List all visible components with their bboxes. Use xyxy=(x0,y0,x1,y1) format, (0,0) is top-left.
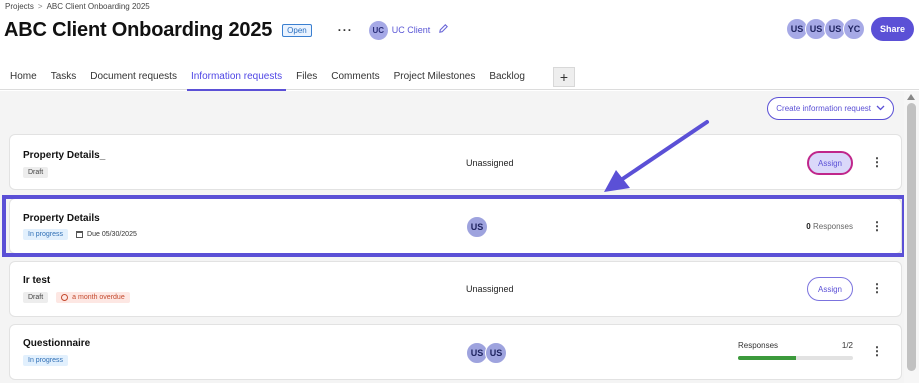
request-name[interactable]: Questionnaire xyxy=(23,338,90,349)
kebab-menu-icon[interactable]: ⋮ xyxy=(871,282,883,294)
assign-button[interactable]: Assign xyxy=(807,151,853,175)
tab-home[interactable]: Home xyxy=(10,64,37,90)
project-members[interactable]: US US US YC xyxy=(785,18,865,40)
highlight-annotation-box xyxy=(2,195,906,257)
responses-label: Responses xyxy=(738,341,779,350)
kebab-menu-icon[interactable]: ⋮ xyxy=(871,156,883,168)
kebab-menu-icon[interactable]: ⋮ xyxy=(871,345,883,357)
client-chip[interactable]: UC UC Client xyxy=(368,20,431,40)
assignee-avatars[interactable]: US US xyxy=(466,342,507,364)
status-badge: Draft xyxy=(23,167,49,178)
request-card[interactable]: Questionnaire In progress US US Response… xyxy=(9,324,902,380)
request-card[interactable]: Ir test Draft a month overdue Unassigned… xyxy=(9,261,902,317)
create-information-request-label: Create information request xyxy=(776,104,871,113)
tab-comments[interactable]: Comments xyxy=(331,64,379,90)
clock-icon xyxy=(61,294,69,301)
status-badge: Draft xyxy=(23,292,49,303)
scroll-thumb[interactable] xyxy=(907,103,916,371)
page-title: ABC Client Onboarding 2025 xyxy=(4,18,273,41)
edit-client-icon[interactable] xyxy=(438,23,449,37)
request-tags: Draft a month overdue xyxy=(23,292,130,303)
share-button[interactable]: Share xyxy=(870,17,914,41)
client-name-link[interactable]: UC Client xyxy=(392,25,431,35)
breadcrumb-separator: > xyxy=(37,2,43,11)
request-name[interactable]: Property Details_ xyxy=(23,150,105,161)
overdue-badge: a month overdue xyxy=(56,292,130,303)
tab-document-requests[interactable]: Document requests xyxy=(90,64,177,90)
assignee-text: Unassigned xyxy=(466,158,514,168)
request-tags: In progress xyxy=(23,355,69,366)
chevron-down-icon xyxy=(876,103,885,114)
project-header: ABC Client Onboarding 2025 Open ··· UC U… xyxy=(4,16,449,44)
overdue-text: a month overdue xyxy=(72,294,125,301)
create-information-request-button[interactable]: Create information request xyxy=(767,97,894,120)
progress-fill xyxy=(738,356,796,360)
progress-track xyxy=(738,356,853,360)
assignee-avatar[interactable]: US xyxy=(485,342,507,364)
responses-progress-label: Responses 1/2 xyxy=(738,341,853,350)
request-name[interactable]: Ir test xyxy=(23,275,50,286)
tab-bar: Home Tasks Document requests Information… xyxy=(0,64,919,91)
request-tags: Draft xyxy=(23,167,49,178)
tab-tasks[interactable]: Tasks xyxy=(51,64,77,90)
annotation-arrow-icon xyxy=(604,120,709,192)
responses-ratio: 1/2 xyxy=(841,341,853,350)
add-tab-button[interactable]: + xyxy=(552,66,575,87)
project-status-badge: Open xyxy=(282,23,312,37)
tab-project-milestones[interactable]: Project Milestones xyxy=(394,64,476,90)
breadcrumb-projects-link[interactable]: Projects xyxy=(5,2,34,11)
tab-information-requests[interactable]: Information requests xyxy=(186,64,287,91)
tab-files[interactable]: Files xyxy=(296,64,317,90)
tab-backlog[interactable]: Backlog xyxy=(489,64,525,90)
scroll-up-icon[interactable] xyxy=(907,94,915,100)
client-avatar: UC xyxy=(368,20,388,40)
assignee-text: Unassigned xyxy=(466,284,514,294)
request-card[interactable]: Property Details_ Draft Unassigned Assig… xyxy=(9,134,902,190)
member-avatar[interactable]: YC xyxy=(842,18,865,40)
breadcrumb-current: ABC Client Onboarding 2025 xyxy=(46,2,150,11)
status-badge: In progress xyxy=(23,355,69,366)
breadcrumb: Projects > ABC Client Onboarding 2025 xyxy=(5,2,150,11)
header-actions: US US US YC Share xyxy=(785,17,914,41)
assign-button[interactable]: Assign xyxy=(807,277,853,301)
responses-progress: Responses 1/2 xyxy=(738,341,853,360)
vertical-scrollbar[interactable] xyxy=(904,91,919,383)
more-options-button[interactable]: ··· xyxy=(338,23,353,37)
